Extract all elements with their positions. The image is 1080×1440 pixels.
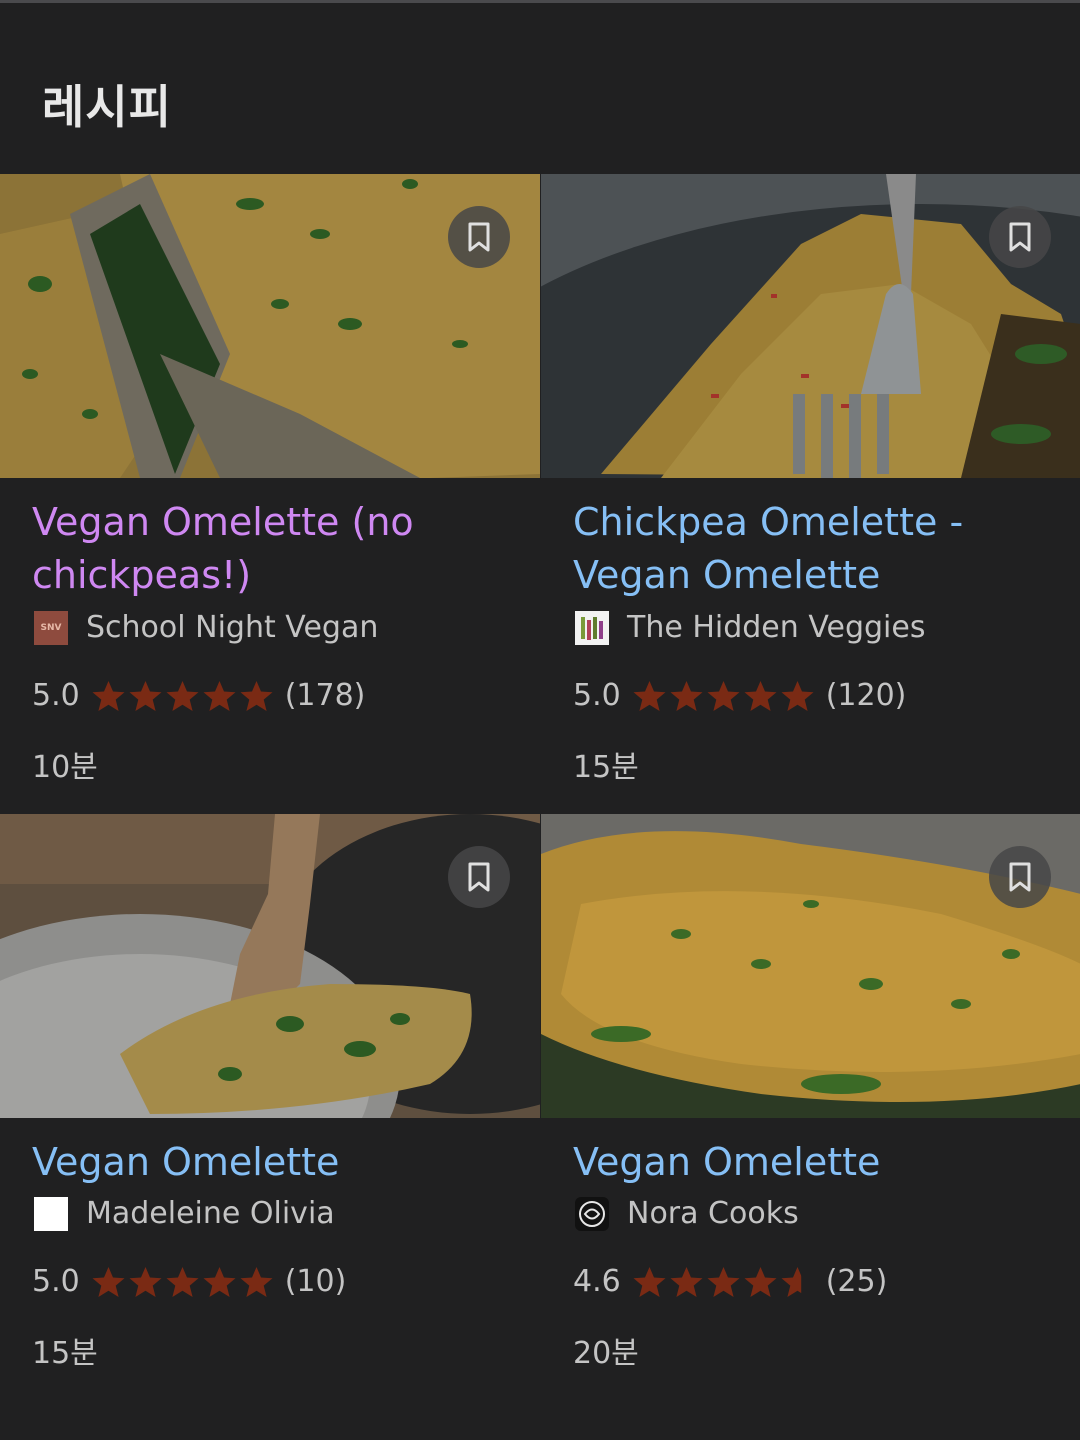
- star-rating: [631, 679, 816, 713]
- recipe-title[interactable]: Vegan Omelette: [32, 1136, 532, 1189]
- bookmark-button[interactable]: [989, 206, 1051, 268]
- recipe-source: SNV School Night Vegan: [34, 610, 378, 645]
- review-count: (10): [284, 1264, 347, 1299]
- star-icon: [203, 680, 236, 711]
- star-rating: [631, 1265, 816, 1299]
- star-icon: [781, 1266, 801, 1297]
- star-icon: [670, 680, 703, 711]
- star-icon: [166, 1266, 199, 1297]
- recipe-source: The Hidden Veggies: [575, 610, 925, 645]
- star-rating: [90, 679, 275, 713]
- star-icon: [166, 680, 199, 711]
- rating-row: 5.0 (178): [32, 678, 365, 713]
- bookmark-button[interactable]: [448, 846, 510, 908]
- star-icon: [92, 680, 125, 711]
- star-icon: [744, 1266, 777, 1297]
- star-icon: [781, 680, 814, 711]
- star-icon: [633, 680, 666, 711]
- star-icon: [707, 680, 740, 711]
- rating-value: 5.0: [573, 678, 621, 713]
- cook-time: 10분: [32, 750, 98, 785]
- source-name: The Hidden Veggies: [627, 610, 926, 645]
- recipe-title[interactable]: Chickpea Omelette - Vegan Omelette: [573, 496, 1073, 602]
- review-count: (25): [825, 1264, 888, 1299]
- star-rating: [90, 1265, 275, 1299]
- source-name: Nora Cooks: [627, 1196, 799, 1231]
- header: 레시피: [0, 3, 1080, 174]
- source-logo-icon: [34, 1196, 68, 1231]
- recipe-title[interactable]: Vegan Omelette: [573, 1136, 1073, 1189]
- source-logo-icon: [575, 1196, 609, 1231]
- rating-row: 5.0 (10): [32, 1264, 346, 1299]
- bookmark-icon: [468, 862, 490, 892]
- source-name: Madeleine Olivia: [86, 1196, 335, 1231]
- star-icon: [92, 1266, 125, 1297]
- source-logo-icon: [575, 610, 609, 645]
- star-icon: [744, 680, 777, 711]
- review-count: (120): [825, 678, 907, 713]
- star-icon: [203, 1266, 236, 1297]
- star-icon: [240, 1266, 273, 1297]
- cook-time: 15분: [573, 750, 639, 785]
- rating-value: 5.0: [32, 1264, 80, 1299]
- rating-value: 4.6: [573, 1264, 621, 1299]
- source-logo-text: SNV: [40, 622, 62, 633]
- bookmark-button[interactable]: [448, 206, 510, 268]
- rating-row: 5.0 (120): [573, 678, 906, 713]
- recipe-card[interactable]: Chickpea Omelette - Vegan Omelette The H…: [541, 174, 1080, 814]
- recipe-image[interactable]: [541, 814, 1080, 1118]
- star-icon: [670, 1266, 703, 1297]
- bookmark-icon: [1009, 222, 1031, 252]
- recipe-card[interactable]: Vegan Omelette (no chickpeas!) SNV Schoo…: [0, 174, 540, 814]
- rating-row: 4.6 (25): [573, 1264, 887, 1299]
- review-count: (178): [284, 678, 366, 713]
- recipe-card[interactable]: Vegan Omelette Nora Cooks 4.6 (25) 20분: [541, 814, 1080, 1440]
- page-title: 레시피: [42, 80, 172, 134]
- cook-time: 15분: [32, 1336, 98, 1371]
- recipe-image[interactable]: [541, 174, 1080, 478]
- star-icon: [240, 680, 273, 711]
- rating-value: 5.0: [32, 678, 80, 713]
- recipe-source: Madeleine Olivia: [34, 1196, 335, 1231]
- recipe-card[interactable]: Vegan Omelette Madeleine Olivia 5.0 (10)…: [0, 814, 540, 1440]
- star-icon: [633, 1266, 666, 1297]
- bookmark-button[interactable]: [989, 846, 1051, 908]
- bookmark-icon: [1009, 862, 1031, 892]
- cook-time: 20분: [573, 1336, 639, 1371]
- source-name: School Night Vegan: [86, 610, 379, 645]
- recipe-source: Nora Cooks: [575, 1196, 799, 1231]
- recipes-page: 레시피 Vegan Omelette (no chickpeas!) SNV S…: [0, 0, 1080, 1440]
- bookmark-icon: [468, 222, 490, 252]
- source-logo-icon: SNV: [34, 610, 68, 645]
- star-icon: [707, 1266, 740, 1297]
- star-icon: [129, 680, 162, 711]
- star-icon: [129, 1266, 162, 1297]
- recipe-image[interactable]: [0, 174, 540, 478]
- recipe-title[interactable]: Vegan Omelette (no chickpeas!): [32, 496, 532, 602]
- recipe-image[interactable]: [0, 814, 540, 1118]
